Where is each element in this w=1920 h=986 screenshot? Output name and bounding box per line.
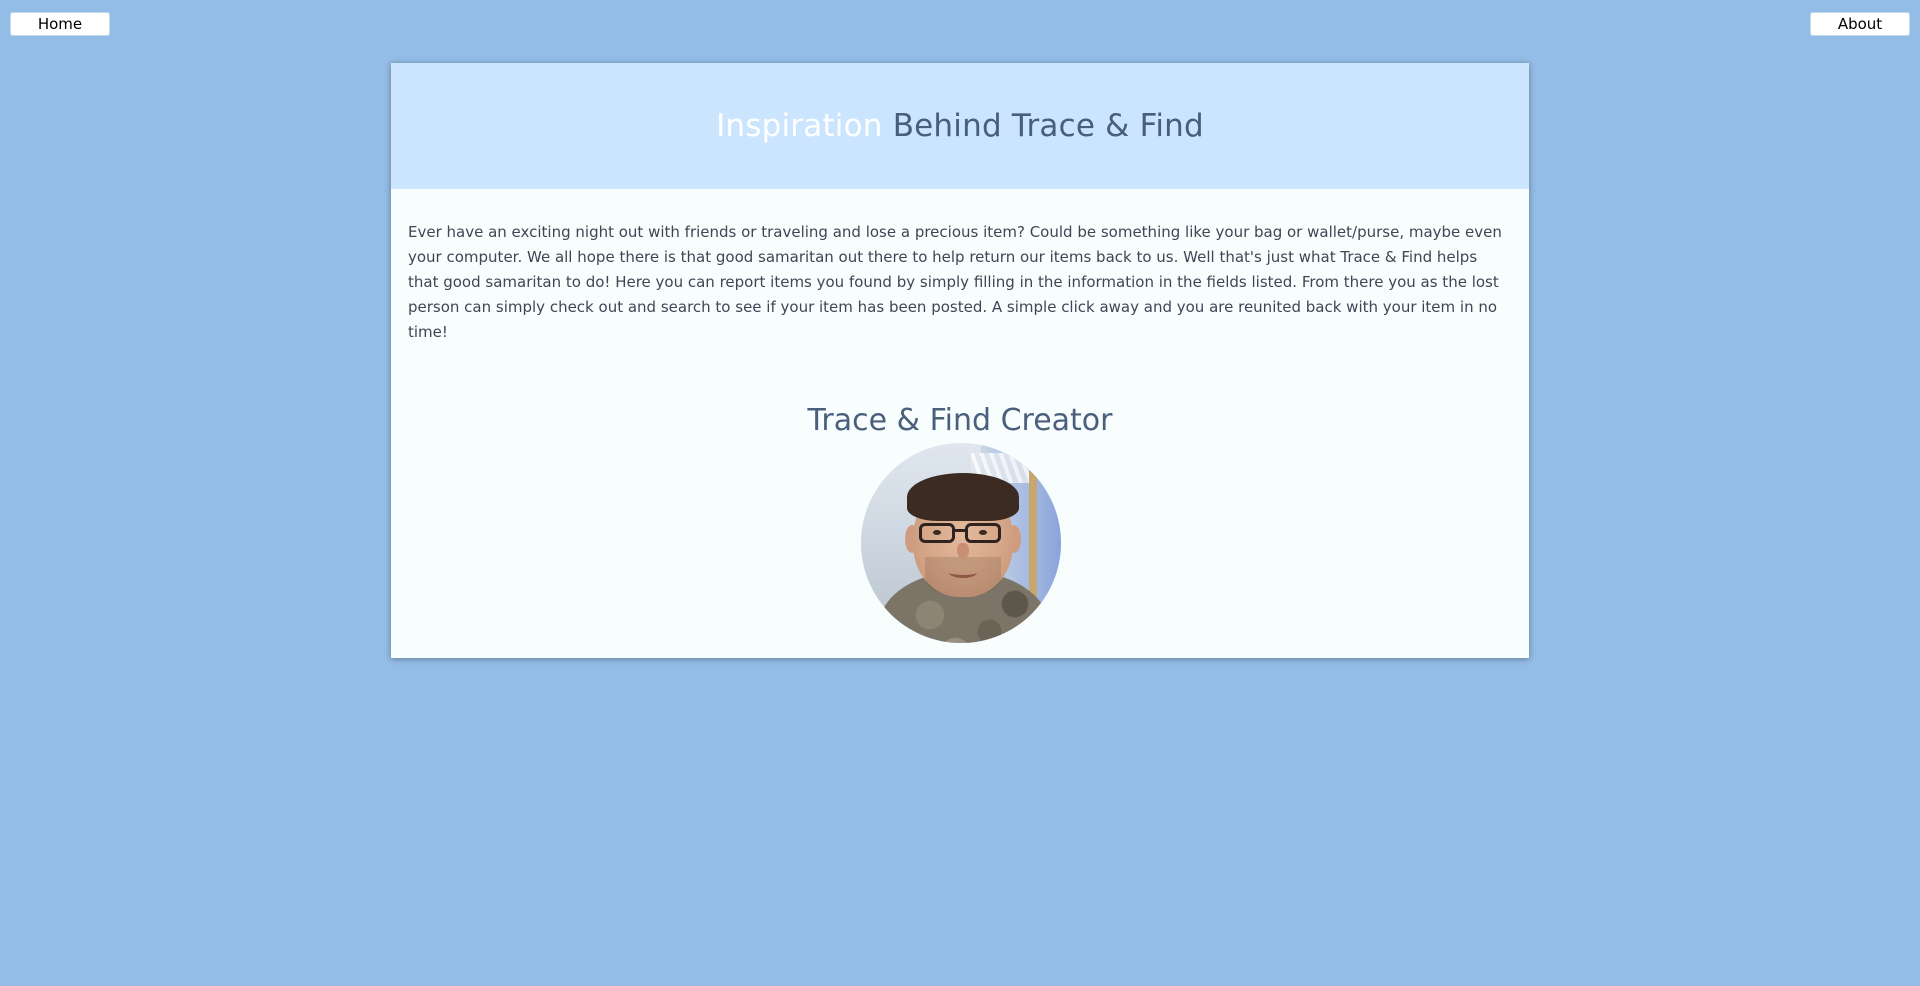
card-header: Inspiration Behind Trace & Find — [391, 63, 1529, 189]
creator-heading: Trace & Find Creator — [807, 403, 1113, 438]
inspiration-card: Inspiration Behind Trace & Find Ever hav… — [391, 63, 1529, 658]
page-title: Inspiration Behind Trace & Find — [716, 108, 1204, 144]
avatar-mouth — [949, 567, 977, 578]
avatar-eye-left — [933, 530, 941, 535]
intro-paragraph: Ever have an exciting night out with fri… — [408, 223, 1502, 341]
avatar-background-pillar — [1029, 463, 1037, 603]
creator-avatar — [861, 443, 1061, 643]
avatar-nose — [957, 543, 969, 559]
avatar-hair — [907, 473, 1019, 521]
home-button[interactable]: Home — [10, 12, 110, 36]
title-highlight: Inspiration — [716, 108, 883, 144]
avatar-eye-right — [979, 530, 987, 535]
about-button[interactable]: About — [1810, 12, 1910, 36]
title-rest: Behind Trace & Find — [882, 108, 1204, 144]
avatar-glasses-bridge — [953, 529, 967, 532]
